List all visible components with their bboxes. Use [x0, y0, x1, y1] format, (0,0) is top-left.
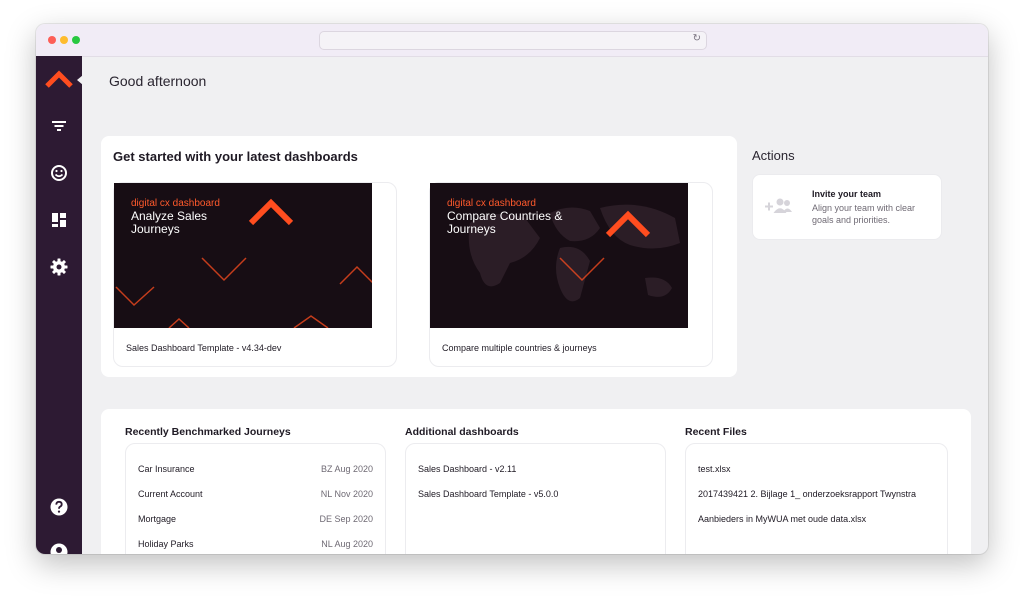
- overview-panel: Recently Benchmarked Journeys Car Insura…: [101, 409, 971, 554]
- additional-dashboards-list: Sales Dashboard - v2.11 Sales Dashboard …: [405, 443, 666, 554]
- recent-file-item[interactable]: 2017439421 2. Bijlage 1_ onderzoeksrappo…: [698, 489, 916, 499]
- additional-dashboards-title: Additional dashboards: [405, 426, 519, 438]
- address-bar[interactable]: ↻: [319, 31, 707, 50]
- smiley-icon[interactable]: [49, 163, 69, 183]
- dashboard-heading: Compare Countries & Journeys: [447, 209, 563, 236]
- dashboard-card-sales[interactable]: digital cx dashboard Analyze Sales Journ…: [113, 182, 397, 367]
- sidebar: [36, 56, 83, 554]
- help-icon[interactable]: [49, 497, 69, 517]
- gear-icon[interactable]: [49, 257, 69, 277]
- journey-name[interactable]: Car Insurance: [138, 464, 195, 474]
- minimize-window-button[interactable]: [60, 36, 68, 44]
- benchmarked-list: Car Insurance BZ Aug 2020 Current Accoun…: [125, 443, 386, 554]
- brand-logo[interactable]: [44, 69, 74, 89]
- recent-files-list: test.xlsx 2017439421 2. Bijlage 1_ onder…: [685, 443, 948, 554]
- actions-title: Actions: [752, 148, 795, 163]
- add-users-icon: [765, 198, 792, 213]
- recent-file-item[interactable]: Aanbieders in MyWUA met oude data.xlsx: [698, 514, 866, 524]
- journey-name[interactable]: Current Account: [138, 489, 203, 499]
- browser-window: ↻ Good afternoon Get started with your l…: [36, 24, 988, 554]
- dashboard-caption: Compare multiple countries & journeys: [442, 343, 597, 353]
- dashboard-icon[interactable]: [49, 210, 69, 230]
- title-bar: ↻: [36, 24, 988, 57]
- user-icon[interactable]: [49, 542, 69, 554]
- additional-dashboard-item[interactable]: Sales Dashboard Template - v5.0.0: [418, 489, 558, 499]
- dashboard-kicker: digital cx dashboard: [131, 198, 220, 209]
- filter-icon[interactable]: [49, 116, 69, 136]
- dashboard-thumbnail: digital cx dashboard Analyze Sales Journ…: [114, 183, 372, 328]
- latest-dashboards-title: Get started with your latest dashboards: [113, 149, 358, 164]
- journey-meta: BZ Aug 2020: [320, 464, 373, 474]
- dashboard-thumbnail: digital cx dashboard Compare Countries &…: [430, 183, 688, 328]
- dashboard-kicker: digital cx dashboard: [447, 198, 536, 209]
- recent-files-title: Recent Files: [685, 426, 747, 438]
- dashboard-card-compare[interactable]: digital cx dashboard Compare Countries &…: [429, 182, 713, 367]
- action-title: Invite your team: [812, 189, 882, 199]
- benchmarked-title: Recently Benchmarked Journeys: [125, 426, 291, 438]
- journey-meta: DE Sep 2020: [319, 514, 373, 524]
- reload-icon[interactable]: ↻: [693, 33, 701, 44]
- maximize-window-button[interactable]: [72, 36, 80, 44]
- recent-file-item[interactable]: test.xlsx: [698, 464, 731, 474]
- journey-name[interactable]: Mortgage: [138, 514, 176, 524]
- additional-dashboard-item[interactable]: Sales Dashboard - v2.11: [418, 464, 516, 474]
- journey-name[interactable]: Holiday Parks: [138, 539, 194, 549]
- action-description: Align your team with clear goals and pri…: [812, 203, 916, 225]
- journey-meta: NL Aug 2020: [321, 539, 373, 549]
- close-window-button[interactable]: [48, 36, 56, 44]
- dashboard-caption: Sales Dashboard Template - v4.34-dev: [126, 343, 282, 353]
- greeting-heading: Good afternoon: [109, 73, 207, 89]
- journey-meta: NL Nov 2020: [320, 489, 373, 499]
- dashboard-heading: Analyze Sales Journeys: [131, 209, 208, 236]
- latest-dashboards-panel: Get started with your latest dashboards: [101, 136, 737, 377]
- main-content: Good afternoon Get started with your lat…: [82, 56, 988, 554]
- invite-team-card[interactable]: Invite your team Align your team with cl…: [752, 174, 942, 240]
